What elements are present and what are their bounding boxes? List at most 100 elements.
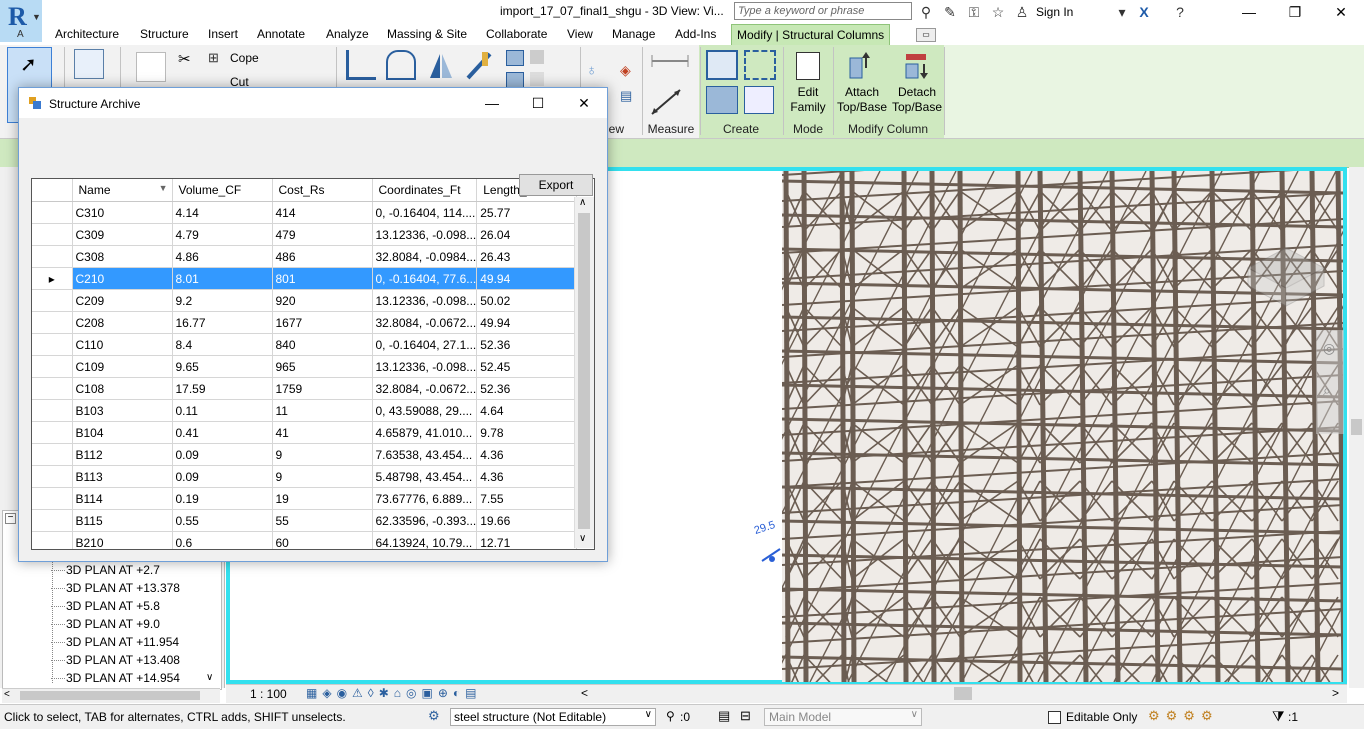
design-option-select[interactable]: Main Model ∨: [764, 708, 922, 726]
create-assembly-icon[interactable]: [744, 86, 774, 114]
table-cell[interactable]: 840: [272, 333, 373, 356]
table-cell[interactable]: 49.94: [476, 267, 578, 290]
tab-view[interactable]: View: [567, 27, 593, 41]
minimize-button[interactable]: —: [1226, 0, 1272, 24]
table-cell[interactable]: 4.86: [172, 245, 273, 268]
table-cell[interactable]: 7.63538, 43.454...: [372, 443, 478, 466]
table-cell[interactable]: 4.65879, 41.010...: [372, 421, 478, 444]
table-cell[interactable]: C110: [72, 333, 173, 356]
detach-top-base-icon[interactable]: [902, 52, 930, 80]
table-cell[interactable]: 73.67776, 6.889...: [372, 487, 478, 510]
copy-icon[interactable]: [506, 50, 524, 66]
table-cell[interactable]: 13.12336, -0.098...: [372, 289, 478, 312]
table-cell[interactable]: 13.12336, -0.098...: [372, 223, 478, 246]
create-group-icon[interactable]: [706, 50, 738, 80]
table-cell[interactable]: 0.09: [172, 443, 273, 466]
offset-icon[interactable]: [386, 50, 416, 80]
row-header[interactable]: [32, 333, 73, 356]
editing-requests-icon[interactable]: ⚲: [666, 709, 675, 723]
table-cell[interactable]: 32.8084, -0.0672...: [372, 311, 478, 334]
row-header[interactable]: [32, 289, 73, 312]
table-cell[interactable]: 4.64: [476, 399, 578, 422]
lightbulb-icon[interactable]: ♁: [586, 62, 597, 79]
measure-icon[interactable]: [650, 88, 684, 116]
table-cell[interactable]: 7.55: [476, 487, 578, 510]
table-cell[interactable]: B104: [72, 421, 173, 444]
table-cell[interactable]: 9.65: [172, 355, 273, 378]
row-header[interactable]: [32, 355, 73, 378]
table-cell[interactable]: C310: [72, 201, 173, 224]
tab-massing-site[interactable]: Massing & Site: [387, 27, 467, 41]
ribbon-minimize-toggle[interactable]: ▭: [916, 28, 936, 42]
align-icon[interactable]: [346, 50, 376, 80]
table-cell[interactable]: 64.13924, 10.79...: [372, 531, 478, 549]
column-header-coordinates[interactable]: Coordinates_Ft: [372, 179, 478, 202]
table-cell[interactable]: 4.36: [476, 465, 578, 488]
scroll-thumb[interactable]: [578, 213, 590, 529]
table-cell[interactable]: C309: [72, 223, 173, 246]
table-row[interactable]: B103 0.11 11 0, 43.59088, 29.... 4.64: [32, 399, 578, 422]
row-header[interactable]: [32, 245, 73, 268]
scroll-thumb[interactable]: [20, 691, 200, 700]
edit-family-icon[interactable]: [796, 52, 820, 80]
tab-analyze[interactable]: Analyze: [326, 27, 369, 41]
view-item[interactable]: 3D PLAN AT +13.408: [66, 653, 180, 667]
application-menu-button[interactable]: R A ▼: [0, 0, 42, 42]
exchange-apps-icon[interactable]: X: [1134, 3, 1154, 21]
table-cell[interactable]: B114: [72, 487, 173, 510]
binoculars-icon[interactable]: ⚲: [916, 3, 936, 21]
scroll-thumb[interactable]: [954, 687, 972, 700]
dialog-minimize-button[interactable]: —: [469, 88, 515, 118]
table-cell[interactable]: C208: [72, 311, 173, 334]
cut-scissors-icon[interactable]: ✂: [178, 50, 191, 68]
table-row[interactable]: B112 0.09 9 7.63538, 43.454... 4.36: [32, 443, 578, 466]
browser-hscrollbar[interactable]: <: [2, 688, 220, 703]
table-cell[interactable]: C209: [72, 289, 173, 312]
table-cell[interactable]: 9.78: [476, 421, 578, 444]
table-row[interactable]: C209 9.2 920 13.12336, -0.098... 50.02: [32, 289, 578, 312]
table-cell[interactable]: 0.09: [172, 465, 273, 488]
table-cell[interactable]: 0, -0.16404, 27.1...: [372, 333, 478, 356]
table-cell[interactable]: 9: [272, 465, 373, 488]
cope-icon[interactable]: ⊞: [208, 50, 219, 66]
paste-icon[interactable]: [136, 52, 166, 82]
row-header[interactable]: [32, 377, 73, 400]
table-cell[interactable]: 0.41: [172, 421, 273, 444]
table-cell[interactable]: B112: [72, 443, 173, 466]
table-cell[interactable]: C109: [72, 355, 173, 378]
viewcube-icon[interactable]: [1238, 238, 1334, 308]
row-header[interactable]: [32, 465, 73, 488]
table-cell[interactable]: 0, 43.59088, 29....: [372, 399, 478, 422]
table-cell[interactable]: 11: [272, 399, 373, 422]
table-row[interactable]: B104 0.41 41 4.65879, 41.010... 9.78: [32, 421, 578, 444]
tab-add-ins[interactable]: Add-Ins: [675, 27, 716, 41]
mirror-icon[interactable]: [426, 50, 456, 80]
table-cell[interactable]: 26.04: [476, 223, 578, 246]
close-button[interactable]: ✕: [1318, 0, 1364, 24]
table-row[interactable]: C208 16.77 1677 32.8084, -0.0672... 49.94: [32, 311, 578, 334]
split-element-icon[interactable]: [464, 50, 494, 80]
attach-top-base-icon[interactable]: [846, 52, 874, 80]
scroll-thumb[interactable]: [1351, 419, 1362, 435]
attach-top-base-button[interactable]: Attach Top/Base: [836, 85, 888, 115]
table-cell[interactable]: 0.11: [172, 399, 273, 422]
design-options-icon[interactable]: ▤: [718, 708, 730, 724]
edit-design-option-icon[interactable]: ⊟: [740, 708, 751, 724]
row-header[interactable]: ▸: [32, 267, 73, 290]
table-cell[interactable]: 1759: [272, 377, 373, 400]
column-header-name[interactable]: Name ▼: [72, 179, 173, 202]
table-cell[interactable]: 62.33596, -0.393...: [372, 509, 478, 532]
view-scale[interactable]: 1 : 100: [250, 687, 287, 701]
structure-data-grid[interactable]: Name ▼ Volume_CF Cost_Rs Coordinates_Ft L…: [31, 178, 595, 550]
table-cell[interactable]: 0.6: [172, 531, 273, 549]
table-cell[interactable]: 0.19: [172, 487, 273, 510]
table-cell[interactable]: 801: [272, 267, 373, 290]
navigation-bar[interactable]: ◎ ⌕: [1316, 330, 1344, 434]
row-header[interactable]: [32, 399, 73, 422]
search-input[interactable]: Type a keyword or phrase: [734, 2, 912, 20]
table-row[interactable]: C308 4.86 486 32.8084, -0.0984... 26.43: [32, 245, 578, 268]
table-cell[interactable]: 12.71: [476, 531, 578, 549]
grid-vscrollbar[interactable]: ∧ ∨: [574, 197, 594, 548]
dimension-grip-icon[interactable]: [760, 545, 782, 565]
table-cell[interactable]: B210: [72, 531, 173, 549]
